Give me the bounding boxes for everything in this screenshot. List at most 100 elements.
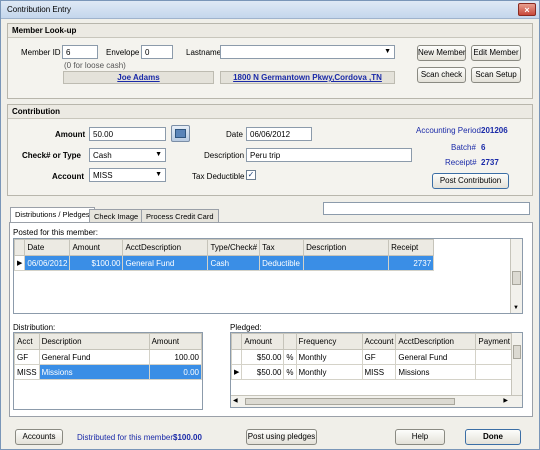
table-cell[interactable]: Deductible <box>259 255 305 271</box>
table-cell[interactable]: 06/06/2012 <box>24 255 71 271</box>
table-cell[interactable] <box>303 255 390 271</box>
table-cell[interactable]: GF <box>14 349 40 365</box>
member-id-input[interactable]: 6 <box>62 45 98 59</box>
tab-distributions-pledges[interactable]: Distributions / Pledges <box>10 207 95 222</box>
edit-member-button[interactable]: Edit Member <box>471 45 521 61</box>
amount-input[interactable]: 50.00 <box>89 127 166 141</box>
table-row[interactable]: ▶ 06/06/2012 $100.00 General Fund Cash D… <box>14 255 435 271</box>
account-combo[interactable]: MISS ▼ <box>89 168 166 182</box>
member-name-link[interactable]: Joe Adams <box>63 71 214 84</box>
scroll-right-icon[interactable]: ▶ <box>503 397 508 404</box>
post-contribution-button[interactable]: Post Contribution <box>432 173 509 189</box>
table-cell[interactable]: 0.00 <box>148 364 202 380</box>
scan-check-button[interactable]: Scan check <box>417 67 466 83</box>
pledged-hscrollbar[interactable]: ◀ ▶ <box>231 395 522 407</box>
check-type-combo[interactable]: Cash ▼ <box>89 148 166 162</box>
col-header[interactable]: Account <box>361 333 397 350</box>
col-header[interactable]: Acct <box>14 333 40 350</box>
chevron-down-icon[interactable]: ▼ <box>155 170 162 179</box>
member-address-link[interactable]: 1800 N Germantown Pkwy,Cordova ,TN <box>220 71 395 84</box>
col-header[interactable]: Amount <box>148 333 202 350</box>
envelope-input[interactable]: 0 <box>141 45 173 59</box>
table-cell[interactable]: 2737 <box>388 255 435 271</box>
table-cell[interactable] <box>475 364 513 380</box>
envelope-label: Envelope <box>106 48 140 57</box>
help-button[interactable]: Help <box>395 429 445 445</box>
check-type-value: Cash <box>93 151 112 160</box>
close-icon[interactable]: × <box>518 3 536 16</box>
scroll-down-icon[interactable]: ▼ <box>513 305 519 311</box>
table-cell[interactable]: General Fund <box>122 255 209 271</box>
chevron-down-icon[interactable]: ▼ <box>384 47 391 56</box>
table-cell[interactable]: $50.00 <box>241 364 285 380</box>
table-cell[interactable] <box>475 349 513 365</box>
lastname-combo[interactable]: ▼ <box>220 45 395 59</box>
table-cell[interactable]: MISS <box>14 364 40 380</box>
accounting-period-value: 201206 <box>481 126 508 135</box>
batch-value: 6 <box>481 143 486 152</box>
table-cell[interactable]: General Fund <box>38 349 150 365</box>
scroll-thumb[interactable] <box>245 398 455 405</box>
done-button[interactable]: Done <box>465 429 521 445</box>
table-cell[interactable]: MISS <box>361 364 397 380</box>
col-header[interactable]: Tax <box>259 239 305 256</box>
col-header[interactable]: Amount <box>69 239 124 256</box>
member-lookup-header: Member Look-up <box>8 24 532 38</box>
tax-deductible-label: Tax Deductible <box>192 172 245 181</box>
distribution-grid: Acct Description Amount GF General Fund … <box>13 332 203 410</box>
col-header[interactable]: Frequency <box>295 333 363 350</box>
table-cell[interactable]: Cash <box>207 255 261 271</box>
scroll-thumb[interactable] <box>512 271 521 285</box>
posted-scrollbar[interactable]: ▼ <box>510 239 522 313</box>
table-cell[interactable]: % <box>283 349 297 365</box>
tab-check-image[interactable]: Check Image <box>89 209 144 222</box>
accounts-button[interactable]: Accounts <box>15 429 63 445</box>
posted-grid: Date Amount AcctDescription Type/Check# … <box>13 238 523 314</box>
account-value: MISS <box>93 171 113 180</box>
col-header[interactable]: Payment <box>475 333 513 350</box>
table-cell[interactable]: General Fund <box>395 349 477 365</box>
col-header[interactable]: AcctDescription <box>122 239 209 256</box>
table-cell[interactable]: Monthly <box>295 364 363 380</box>
status-field <box>323 202 530 215</box>
table-row[interactable]: MISS Missions 0.00 <box>14 364 202 380</box>
scroll-thumb[interactable] <box>513 345 521 359</box>
table-row[interactable]: $50.00 % Monthly GF General Fund <box>231 349 513 365</box>
col-header[interactable]: Description <box>303 239 390 256</box>
col-header[interactable]: Type/Check# <box>207 239 261 256</box>
amount-label: Amount <box>55 130 86 139</box>
tax-deductible-checkbox[interactable]: ✓ <box>246 170 256 180</box>
post-using-pledges-button[interactable]: Post using pledges <box>246 429 317 445</box>
receipt-label: Receipt# <box>445 158 477 167</box>
scan-setup-button[interactable]: Scan Setup <box>471 67 521 83</box>
table-cell[interactable]: GF <box>361 349 397 365</box>
row-header-corner <box>231 333 243 350</box>
pledged-grid: Amount Frequency Account AcctDescription… <box>230 332 523 408</box>
col-header[interactable]: Amount <box>241 333 285 350</box>
date-input[interactable]: 06/06/2012 <box>246 127 312 141</box>
table-cell[interactable]: Monthly <box>295 349 363 365</box>
table-row[interactable]: GF General Fund 100.00 <box>14 349 202 365</box>
col-header[interactable]: Date <box>24 239 71 256</box>
col-header[interactable]: Description <box>38 333 150 350</box>
receipt-value: 2737 <box>481 158 499 167</box>
table-row[interactable]: ▶ $50.00 % Monthly MISS Missions <box>231 364 513 380</box>
posted-table: Date Amount AcctDescription Type/Check# … <box>14 239 435 271</box>
tab-process-credit-card[interactable]: Process Credit Card <box>141 209 219 222</box>
check-type-label: Check# or Type <box>22 151 81 160</box>
table-cell[interactable]: Missions <box>38 364 150 380</box>
table-cell[interactable]: $100.00 <box>69 255 124 271</box>
table-cell[interactable]: % <box>283 364 297 380</box>
description-input[interactable]: Peru trip <box>246 148 412 162</box>
new-member-button[interactable]: New Member <box>417 45 466 61</box>
chevron-down-icon[interactable]: ▼ <box>155 150 162 159</box>
col-header[interactable]: AcctDescription <box>395 333 477 350</box>
date-label: Date <box>226 130 243 139</box>
calculator-icon[interactable] <box>171 125 190 142</box>
table-cell[interactable]: 100.00 <box>148 349 202 365</box>
scroll-left-icon[interactable]: ◀ <box>233 397 238 404</box>
col-header[interactable]: Receipt <box>388 239 435 256</box>
table-cell[interactable]: Missions <box>395 364 477 380</box>
table-cell[interactable]: $50.00 <box>241 349 285 365</box>
pledged-vscrollbar[interactable] <box>511 333 522 395</box>
